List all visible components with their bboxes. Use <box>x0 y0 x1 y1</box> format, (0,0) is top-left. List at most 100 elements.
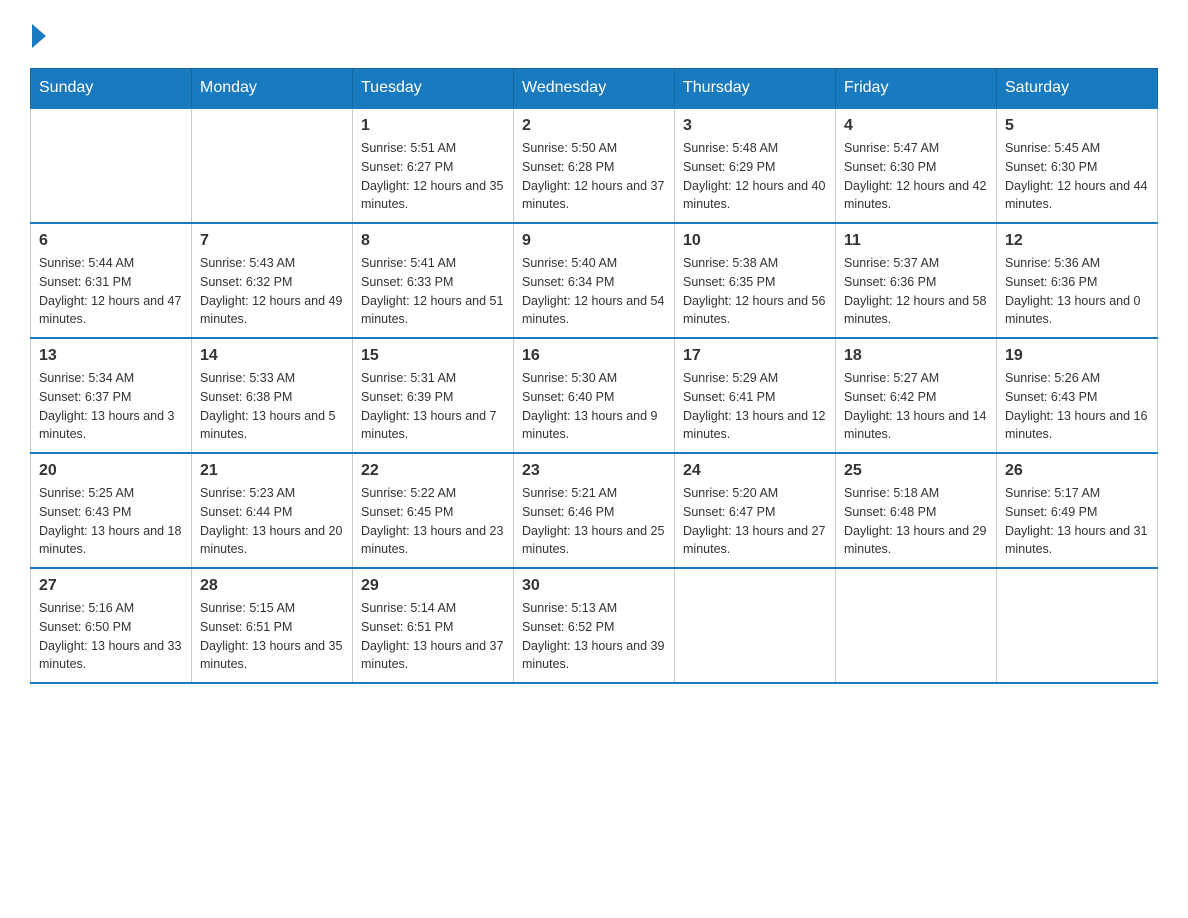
day-number: 5 <box>1005 117 1149 135</box>
day-info: Sunrise: 5:29 AMSunset: 6:41 PMDaylight:… <box>683 369 827 444</box>
day-number: 23 <box>522 462 666 480</box>
calendar-cell: 21Sunrise: 5:23 AMSunset: 6:44 PMDayligh… <box>192 453 353 568</box>
day-number: 22 <box>361 462 505 480</box>
day-info: Sunrise: 5:26 AMSunset: 6:43 PMDaylight:… <box>1005 369 1149 444</box>
day-number: 14 <box>200 347 344 365</box>
day-number: 19 <box>1005 347 1149 365</box>
calendar-cell: 2Sunrise: 5:50 AMSunset: 6:28 PMDaylight… <box>514 108 675 223</box>
calendar-cell <box>997 568 1158 683</box>
day-number: 2 <box>522 117 666 135</box>
day-info: Sunrise: 5:33 AMSunset: 6:38 PMDaylight:… <box>200 369 344 444</box>
page-header <box>30 20 1158 48</box>
day-number: 25 <box>844 462 988 480</box>
day-info: Sunrise: 5:48 AMSunset: 6:29 PMDaylight:… <box>683 139 827 214</box>
day-info: Sunrise: 5:34 AMSunset: 6:37 PMDaylight:… <box>39 369 183 444</box>
day-number: 10 <box>683 232 827 250</box>
weekday-header-thursday: Thursday <box>675 69 836 109</box>
logo-arrow-icon <box>32 24 46 48</box>
calendar-cell: 30 Sunrise: 5:13 AMSunset: 6:52 PMDayligh… <box>514 568 675 683</box>
calendar-cell: 20 Sunrise: 5:25 AMSunset: 6:43 PMDayligh… <box>31 453 192 568</box>
calendar-cell: 23 Sunrise: 5:21 AMSunset: 6:46 PMDayligh… <box>514 453 675 568</box>
calendar-cell <box>675 568 836 683</box>
day-info: Sunrise: 5:13 AMSunset: 6:52 PMDaylight:… <box>522 599 666 674</box>
weekday-header-saturday: Saturday <box>997 69 1158 109</box>
calendar-week-5: 27Sunrise: 5:16 AMSunset: 6:50 PMDayligh… <box>31 568 1158 683</box>
day-number: 17 <box>683 347 827 365</box>
day-number: 29 <box>361 577 505 595</box>
calendar-cell: 1 Sunrise: 5:51 AMSunset: 6:27 PMDaylight… <box>353 108 514 223</box>
day-info: Sunrise: 5:20 AMSunset: 6:47 PMDaylight:… <box>683 484 827 559</box>
day-info: Sunrise: 5:15 AMSunset: 6:51 PMDaylight:… <box>200 599 344 674</box>
day-info: Sunrise: 5:21 AMSunset: 6:46 PMDaylight:… <box>522 484 666 559</box>
weekday-header-tuesday: Tuesday <box>353 69 514 109</box>
calendar-cell: 10 Sunrise: 5:38 AMSunset: 6:35 PMDayligh… <box>675 223 836 338</box>
calendar-cell: 25 Sunrise: 5:18 AMSunset: 6:48 PMDayligh… <box>836 453 997 568</box>
calendar-cell: 9 Sunrise: 5:40 AMSunset: 6:34 PMDaylight… <box>514 223 675 338</box>
day-info: Sunrise: 5:38 AMSunset: 6:35 PMDaylight:… <box>683 254 827 329</box>
calendar-week-2: 6 Sunrise: 5:44 AMSunset: 6:31 PMDaylight… <box>31 223 1158 338</box>
day-info: Sunrise: 5:22 AMSunset: 6:45 PMDaylight:… <box>361 484 505 559</box>
day-number: 24 <box>683 462 827 480</box>
calendar-week-1: 1 Sunrise: 5:51 AMSunset: 6:27 PMDaylight… <box>31 108 1158 223</box>
day-number: 6 <box>39 232 183 250</box>
day-number: 13 <box>39 347 183 365</box>
calendar-week-3: 13 Sunrise: 5:34 AMSunset: 6:37 PMDayligh… <box>31 338 1158 453</box>
day-number: 18 <box>844 347 988 365</box>
weekday-header-row: SundayMondayTuesdayWednesdayThursdayFrid… <box>31 69 1158 109</box>
calendar-cell: 6 Sunrise: 5:44 AMSunset: 6:31 PMDaylight… <box>31 223 192 338</box>
calendar-table: SundayMondayTuesdayWednesdayThursdayFrid… <box>30 68 1158 684</box>
weekday-header-wednesday: Wednesday <box>514 69 675 109</box>
calendar-cell: 13 Sunrise: 5:34 AMSunset: 6:37 PMDayligh… <box>31 338 192 453</box>
day-info: Sunrise: 5:44 AMSunset: 6:31 PMDaylight:… <box>39 254 183 329</box>
weekday-header-friday: Friday <box>836 69 997 109</box>
day-number: 26 <box>1005 462 1149 480</box>
calendar-cell: 24 Sunrise: 5:20 AMSunset: 6:47 PMDayligh… <box>675 453 836 568</box>
day-info: Sunrise: 5:18 AMSunset: 6:48 PMDaylight:… <box>844 484 988 559</box>
day-number: 30 <box>522 577 666 595</box>
calendar-cell: 16 Sunrise: 5:30 AMSunset: 6:40 PMDayligh… <box>514 338 675 453</box>
calendar-cell: 27Sunrise: 5:16 AMSunset: 6:50 PMDayligh… <box>31 568 192 683</box>
calendar-cell: 11Sunrise: 5:37 AMSunset: 6:36 PMDayligh… <box>836 223 997 338</box>
day-number: 15 <box>361 347 505 365</box>
calendar-cell: 29 Sunrise: 5:14 AMSunset: 6:51 PMDayligh… <box>353 568 514 683</box>
calendar-cell: 8 Sunrise: 5:41 AMSunset: 6:33 PMDaylight… <box>353 223 514 338</box>
day-number: 12 <box>1005 232 1149 250</box>
calendar-cell <box>192 108 353 223</box>
day-number: 20 <box>39 462 183 480</box>
calendar-week-4: 20 Sunrise: 5:25 AMSunset: 6:43 PMDayligh… <box>31 453 1158 568</box>
calendar-cell: 18 Sunrise: 5:27 AMSunset: 6:42 PMDayligh… <box>836 338 997 453</box>
day-info: Sunrise: 5:36 AMSunset: 6:36 PMDaylight:… <box>1005 254 1149 329</box>
calendar-cell <box>836 568 997 683</box>
day-info: Sunrise: 5:47 AMSunset: 6:30 PMDaylight:… <box>844 139 988 214</box>
day-number: 8 <box>361 232 505 250</box>
day-info: Sunrise: 5:51 AMSunset: 6:27 PMDaylight:… <box>361 139 505 214</box>
day-info: Sunrise: 5:40 AMSunset: 6:34 PMDaylight:… <box>522 254 666 329</box>
calendar-cell: 5 Sunrise: 5:45 AMSunset: 6:30 PMDaylight… <box>997 108 1158 223</box>
day-info: Sunrise: 5:23 AMSunset: 6:44 PMDaylight:… <box>200 484 344 559</box>
day-number: 9 <box>522 232 666 250</box>
day-number: 4 <box>844 117 988 135</box>
calendar-cell: 22 Sunrise: 5:22 AMSunset: 6:45 PMDayligh… <box>353 453 514 568</box>
calendar-cell: 15 Sunrise: 5:31 AMSunset: 6:39 PMDayligh… <box>353 338 514 453</box>
calendar-cell: 4 Sunrise: 5:47 AMSunset: 6:30 PMDaylight… <box>836 108 997 223</box>
day-number: 28 <box>200 577 344 595</box>
weekday-header-monday: Monday <box>192 69 353 109</box>
day-info: Sunrise: 5:43 AMSunset: 6:32 PMDaylight:… <box>200 254 344 329</box>
day-number: 16 <box>522 347 666 365</box>
day-info: Sunrise: 5:25 AMSunset: 6:43 PMDaylight:… <box>39 484 183 559</box>
day-info: Sunrise: 5:37 AMSunset: 6:36 PMDaylight:… <box>844 254 988 329</box>
day-info: Sunrise: 5:45 AMSunset: 6:30 PMDaylight:… <box>1005 139 1149 214</box>
weekday-header-sunday: Sunday <box>31 69 192 109</box>
day-number: 27 <box>39 577 183 595</box>
calendar-cell: 12 Sunrise: 5:36 AMSunset: 6:36 PMDayligh… <box>997 223 1158 338</box>
day-info: Sunrise: 5:14 AMSunset: 6:51 PMDaylight:… <box>361 599 505 674</box>
day-info: Sunrise: 5:27 AMSunset: 6:42 PMDaylight:… <box>844 369 988 444</box>
day-info: Sunrise: 5:30 AMSunset: 6:40 PMDaylight:… <box>522 369 666 444</box>
calendar-cell <box>31 108 192 223</box>
day-number: 1 <box>361 117 505 135</box>
day-number: 7 <box>200 232 344 250</box>
day-info: Sunrise: 5:17 AMSunset: 6:49 PMDaylight:… <box>1005 484 1149 559</box>
calendar-cell: 14 Sunrise: 5:33 AMSunset: 6:38 PMDayligh… <box>192 338 353 453</box>
day-info: Sunrise: 5:31 AMSunset: 6:39 PMDaylight:… <box>361 369 505 444</box>
day-info: Sunrise: 5:41 AMSunset: 6:33 PMDaylight:… <box>361 254 505 329</box>
